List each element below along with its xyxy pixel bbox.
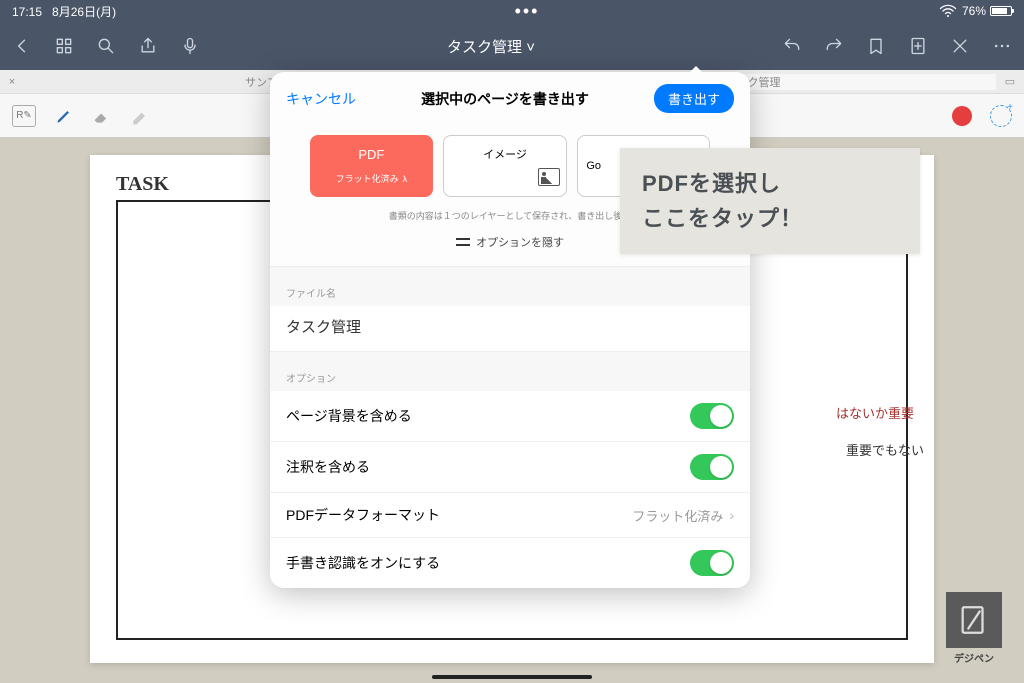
pdf-icon: λ [403, 174, 408, 184]
battery-pct: 76% [962, 4, 986, 18]
share-icon[interactable] [138, 36, 158, 56]
popover-arrow [686, 66, 706, 76]
chevron-right-icon: › [729, 507, 734, 523]
redo-icon[interactable] [824, 36, 844, 56]
more-icon[interactable] [992, 36, 1012, 56]
option-handwriting: 手書き認識をオンにする [270, 538, 750, 588]
toggle-include-annot[interactable] [690, 454, 734, 480]
eraser-tool-icon[interactable] [92, 106, 112, 126]
clock: 17:15 [12, 5, 42, 19]
handwriting-black: 重要でもない [846, 440, 924, 459]
format-pdf[interactable]: PDF フラット化済みλ [310, 135, 433, 197]
pen-tool-icon[interactable] [54, 106, 74, 126]
search-icon[interactable] [96, 36, 116, 56]
export-button[interactable]: 書き出す [654, 84, 734, 113]
home-indicator[interactable] [432, 675, 592, 679]
back-icon[interactable] [12, 36, 32, 56]
handwriting-red: はないか重要 [836, 403, 914, 422]
tab-overflow-icon[interactable]: ▭ [996, 75, 1024, 88]
wifi-icon [938, 1, 958, 21]
bookmark-icon[interactable] [866, 36, 886, 56]
add-color-icon[interactable] [990, 105, 1012, 127]
options-label: オプション [270, 352, 750, 391]
cancel-button[interactable]: キャンセル [286, 89, 356, 109]
highlighter-tool-icon[interactable] [130, 106, 150, 126]
watermark: デジペン [946, 592, 1002, 665]
instruction-callout: PDFを選択し ここをタップ！ [620, 148, 920, 254]
filename-label: ファイル名 [270, 267, 750, 306]
filename-input[interactable]: タスク管理 [270, 306, 750, 352]
status-bar: 17:15 8月26日(月) ••• 76% [0, 0, 1024, 22]
multitask-dots[interactable]: ••• [116, 1, 938, 22]
sliders-icon [456, 236, 470, 248]
app-toolbar: タスク管理 ˅ [0, 22, 1024, 70]
toggle-include-bg[interactable] [690, 403, 734, 429]
readonly-icon[interactable]: R✎ [12, 105, 36, 127]
format-image[interactable]: イメージ [443, 135, 568, 197]
mic-icon[interactable] [180, 36, 200, 56]
document-title[interactable]: タスク管理 ˅ [222, 36, 760, 57]
new-page-icon[interactable] [908, 36, 928, 56]
modal-title: 選択中のページを書き出す [356, 89, 654, 109]
option-include-annot: 注釈を含める [270, 442, 750, 493]
grid-icon[interactable] [54, 36, 74, 56]
close-tab-icon[interactable]: × [0, 76, 24, 88]
date: 8月26日(月) [52, 5, 116, 19]
toggle-handwriting[interactable] [690, 550, 734, 576]
image-icon [538, 168, 560, 186]
close-icon[interactable] [950, 36, 970, 56]
option-pdf-format[interactable]: PDFデータフォーマット フラット化済み › [270, 493, 750, 538]
option-include-bg: ページ背景を含める [270, 391, 750, 442]
undo-icon[interactable] [782, 36, 802, 56]
color-red[interactable] [952, 106, 972, 126]
battery-icon [990, 6, 1012, 16]
